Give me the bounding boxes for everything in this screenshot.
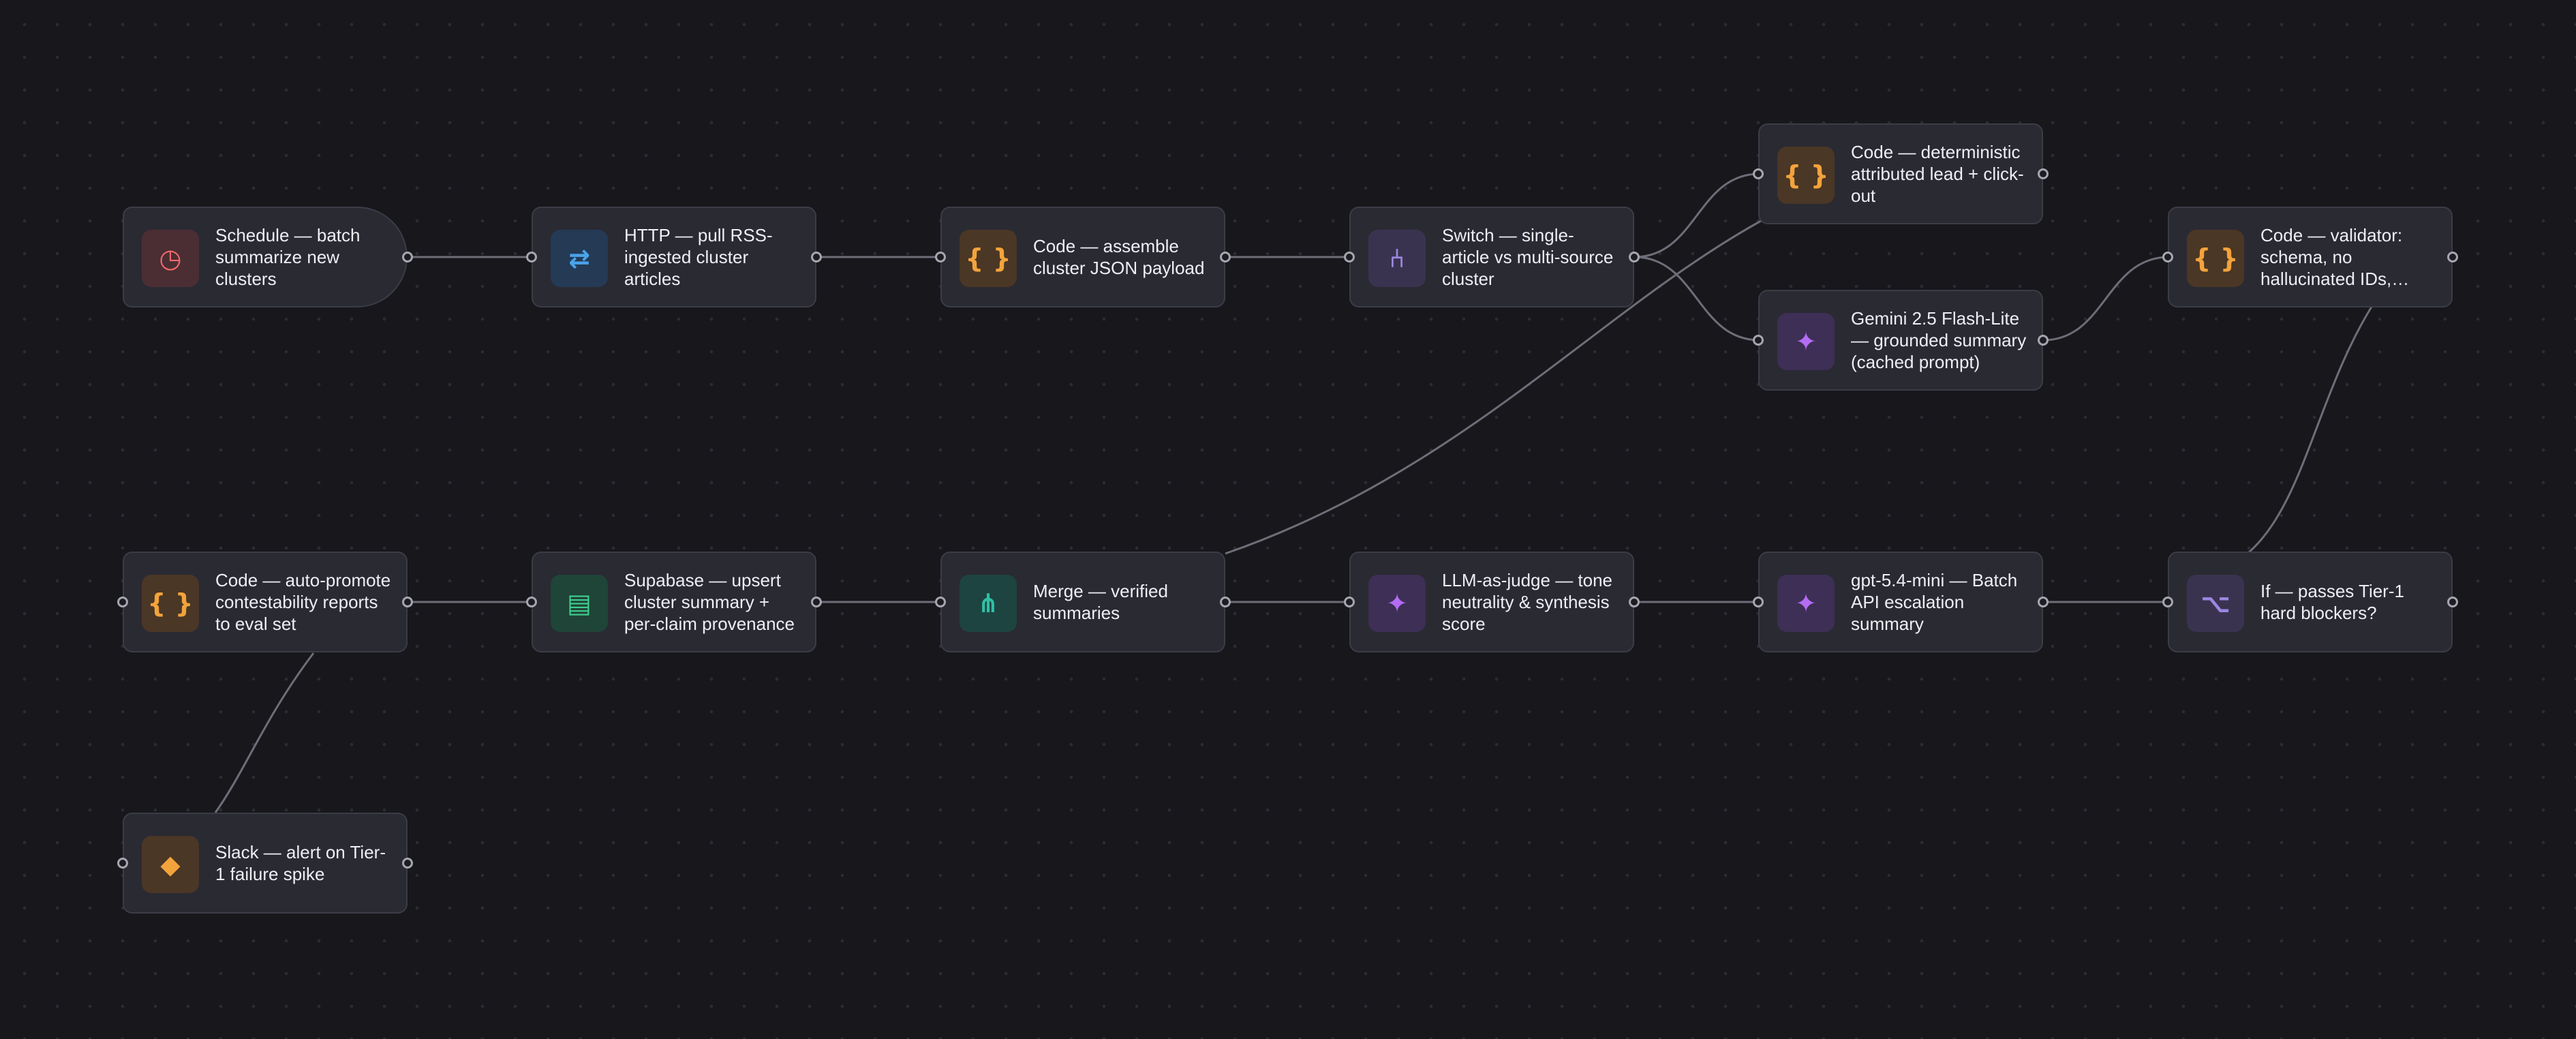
code-braces-icon: { } xyxy=(142,575,199,632)
node-http[interactable]: ⇄ HTTP — pull RSS-ingested cluster artic… xyxy=(526,207,822,307)
node-label: Gemini 2.5 Flash-Lite — grounded summary… xyxy=(1851,308,2027,372)
output-port[interactable] xyxy=(811,252,822,262)
node-slack[interactable]: ◆ Slack — alert on Tier-1 failure spike xyxy=(117,813,413,914)
edge-gemini-validator xyxy=(2042,256,2170,342)
node-schedule[interactable]: ◷ Schedule — batch summarize new cluster… xyxy=(123,207,413,307)
option-branch-icon: ⌥ xyxy=(2187,575,2244,632)
input-port[interactable] xyxy=(117,858,128,869)
input-port[interactable] xyxy=(1344,597,1355,607)
output-port[interactable] xyxy=(2038,168,2049,179)
output-port[interactable] xyxy=(1220,597,1231,607)
node-label: Merge — verified summaries xyxy=(1033,581,1168,623)
node-label: LLM-as-judge — tone neutrality & synthes… xyxy=(1442,570,1613,634)
input-port[interactable] xyxy=(935,252,946,262)
input-port[interactable] xyxy=(2162,597,2173,607)
database-icon: ▤ xyxy=(551,575,608,632)
node-label: Switch — single-article vs multi-source … xyxy=(1442,225,1614,289)
sparkle-icon: ✦ xyxy=(1368,575,1426,632)
input-port[interactable] xyxy=(526,252,537,262)
branch-fork-icon: ⑃ xyxy=(1368,230,1426,287)
output-port[interactable] xyxy=(811,597,822,607)
output-port[interactable] xyxy=(402,858,413,869)
node-label: Code — auto-promote contestability repor… xyxy=(215,570,391,634)
input-port[interactable] xyxy=(1753,168,1764,179)
diamond-icon: ◆ xyxy=(142,836,199,893)
output-port[interactable] xyxy=(2447,252,2458,262)
output-port[interactable] xyxy=(402,252,413,262)
output-port[interactable] xyxy=(1629,252,1640,262)
node-label: Code — assemble cluster JSON payload xyxy=(1033,236,1205,278)
input-port[interactable] xyxy=(1344,252,1355,262)
output-port[interactable] xyxy=(2038,335,2049,346)
node-label: Supabase — upsert cluster summary + per-… xyxy=(624,570,795,634)
code-braces-icon: { } xyxy=(960,230,1017,287)
node-label: Slack — alert on Tier-1 failure spike xyxy=(215,842,386,884)
node-auto-promote[interactable]: { } Code — auto-promote contestability r… xyxy=(117,552,413,652)
output-port[interactable] xyxy=(1629,597,1640,607)
node-code-assemble[interactable]: { } Code — assemble cluster JSON payload xyxy=(935,207,1231,307)
edge-auto-promote-slack xyxy=(214,652,315,813)
node-if[interactable]: ⌥ If — passes Tier-1 hard blockers? xyxy=(2162,552,2458,652)
clock-icon: ◷ xyxy=(142,230,199,287)
input-port[interactable] xyxy=(526,597,537,607)
node-gpt[interactable]: ✦ gpt-5.4-mini — Batch API escalation su… xyxy=(1753,552,2049,652)
input-port[interactable] xyxy=(1753,335,1764,346)
input-port[interactable] xyxy=(1753,597,1764,607)
node-label: Schedule — batch summarize new clusters xyxy=(215,225,361,289)
merge-icon: ⋔ xyxy=(960,575,1017,632)
sparkle-icon: ✦ xyxy=(1777,575,1835,632)
node-judge[interactable]: ✦ LLM-as-judge — tone neutrality & synth… xyxy=(1344,552,1640,652)
code-braces-icon: { } xyxy=(1777,147,1835,204)
workflow-canvas[interactable]: ◷ Schedule — batch summarize new cluster… xyxy=(0,0,2576,1039)
node-label: Code — deterministic attributed lead + c… xyxy=(1851,142,2024,206)
output-port[interactable] xyxy=(2038,597,2049,607)
node-label: Code — validator: schema, no hallucinate… xyxy=(2260,225,2410,289)
node-label: If — passes Tier-1 hard blockers? xyxy=(2260,581,2404,623)
node-gemini[interactable]: ✦ Gemini 2.5 Flash-Lite — grounded summa… xyxy=(1753,290,2049,391)
sparkle-icon: ✦ xyxy=(1777,313,1835,370)
node-label: HTTP — pull RSS-ingested cluster article… xyxy=(624,225,773,289)
node-code-lead[interactable]: { } Code — deterministic attributed lead… xyxy=(1753,123,2049,224)
node-label: gpt-5.4-mini — Batch API escalation summ… xyxy=(1851,570,2018,634)
input-port[interactable] xyxy=(2162,252,2173,262)
node-validator[interactable]: { } Code — validator: schema, no halluci… xyxy=(2162,207,2458,307)
code-braces-icon: { } xyxy=(2187,230,2244,287)
output-port[interactable] xyxy=(402,597,413,607)
node-supabase[interactable]: ▤ Supabase — upsert cluster summary + pe… xyxy=(526,552,822,652)
arrows-exchange-icon: ⇄ xyxy=(551,230,608,287)
input-port[interactable] xyxy=(117,597,128,607)
node-merge[interactable]: ⋔ Merge — verified summaries xyxy=(935,552,1231,652)
edge-switch-gemini xyxy=(1634,256,1760,342)
node-switch[interactable]: ⑃ Switch — single-article vs multi-sourc… xyxy=(1344,207,1640,307)
edge-switch-code-lead xyxy=(1634,172,1760,258)
output-port[interactable] xyxy=(2447,597,2458,607)
edge-validator-if xyxy=(2248,306,2373,554)
output-port[interactable] xyxy=(1220,252,1231,262)
input-port[interactable] xyxy=(935,597,946,607)
